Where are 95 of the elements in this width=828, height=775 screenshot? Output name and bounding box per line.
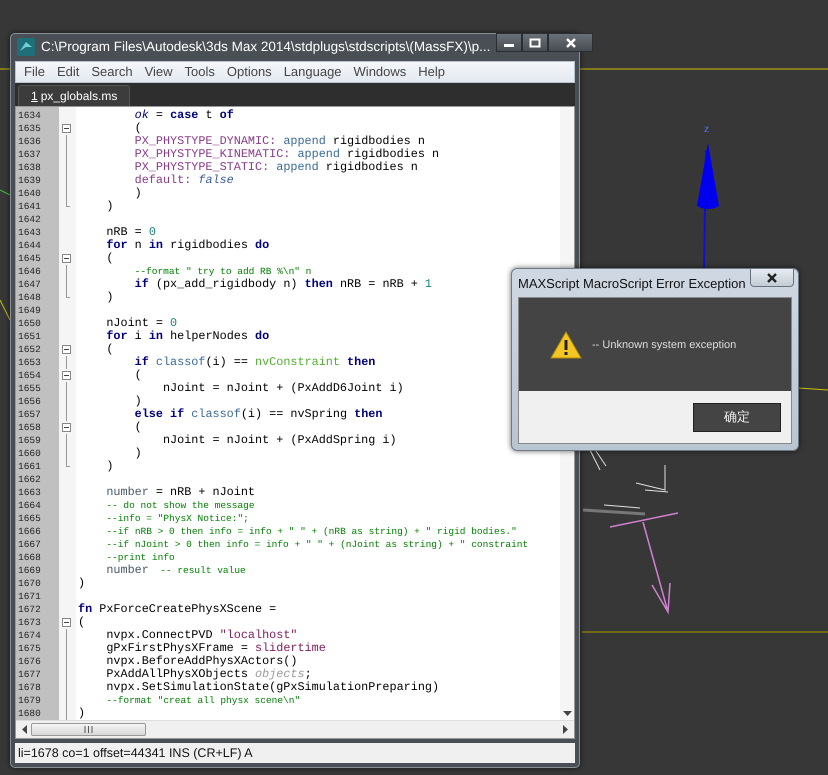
code-line: if (px_add_rigidbody n) then nRB = nRB + 1 (134, 277, 432, 291)
line-number: 1636 (17, 135, 42, 148)
line-number: 1671 (17, 590, 42, 603)
line-number: 1666 (17, 525, 42, 538)
code-line: --print info (106, 551, 175, 564)
code-line: gPxFirstPhysXFrame = slidertime (106, 641, 326, 655)
line-number: 1659 (17, 434, 42, 447)
code-line: --if nJoint > 0 then info = info + " " + (nJoint as string) + " constraint (106, 538, 528, 551)
code-line: nvpx.SetSimulationState(gPxSimulationPreparing) (106, 680, 440, 694)
code-line: nJoint = 0 (106, 316, 178, 330)
line-number: 1670 (17, 577, 42, 590)
code-line: --format "creat all physx scene\n" (106, 694, 300, 707)
line-number: 1647 (17, 278, 42, 291)
code-line: -- do not show the message (106, 499, 255, 512)
line-number: 1634 (17, 109, 42, 122)
line-number: 1680 (17, 707, 42, 720)
line-number: 1663 (17, 486, 42, 499)
line-number: 1641 (17, 200, 42, 213)
line-number: 1635 (17, 122, 42, 135)
status-bar: li=1678 co=1 offset=44341 INS (CR+LF) A (15, 743, 575, 763)
line-number: 1669 (17, 564, 42, 577)
line-number: 1665 (17, 512, 42, 525)
code-line: PX_PHYSTYPE_DYNAMIC: append rigidbodies n (134, 134, 425, 148)
line-number: 1676 (17, 655, 42, 668)
line-number: 1649 (17, 304, 42, 317)
code-line: nJoint = nJoint + (PxAddD6Joint i) (162, 381, 404, 395)
code-line: --if nRB > 0 then info = info + " " + (nRB as string) + " rigid bodies." (106, 525, 517, 538)
line-number: 1644 (17, 239, 42, 252)
line-number: 1637 (17, 148, 42, 161)
code-line: nvpx.BeforeAddPhysXActors() (106, 654, 298, 668)
line-number: 1668 (17, 551, 42, 564)
code-line: default: false (134, 173, 234, 187)
line-number: 1662 (17, 473, 42, 486)
line-number: 1643 (17, 226, 42, 239)
line-number: 1656 (17, 395, 42, 408)
line-number: 1677 (17, 668, 42, 681)
line-number: 1651 (17, 330, 42, 343)
error-message: -- Unknown system exception (592, 338, 736, 350)
line-number: 1650 (17, 317, 42, 330)
line-number: 1648 (17, 291, 42, 304)
code-line: ok = case t of (134, 108, 234, 122)
line-number: 1645 (17, 252, 42, 265)
code-line: else if classof(i) == nvSpring then (134, 407, 382, 421)
code-line: ) (134, 186, 142, 200)
code-line: --info = "PhysX Notice:"; (106, 512, 249, 525)
line-number: 1652 (17, 343, 42, 356)
line-number: 1678 (17, 681, 42, 694)
code-line: ( (106, 251, 114, 265)
code-line: ( (106, 342, 114, 356)
line-number: 1664 (17, 499, 42, 512)
line-number: 1646 (17, 265, 42, 278)
line-number: 1655 (17, 382, 42, 395)
code-line: fn PxForceCreatePhysXScene = (78, 602, 276, 616)
code-line: ) (106, 290, 114, 304)
code-line: PxAddAllPhysXObjects objects; (106, 667, 312, 681)
code-line: nRB = 0 (106, 225, 156, 239)
code-line: ( (134, 420, 142, 434)
line-number: 1639 (17, 174, 42, 187)
code-line: ( (134, 368, 142, 382)
line-number: 1674 (17, 629, 42, 642)
line-number: 1657 (17, 408, 42, 421)
code-line: nvpx.ConnectPVD "localhost" (106, 628, 298, 642)
code-line: PX_PHYSTYPE_KINEMATIC: append rigidbodies n (134, 147, 440, 161)
code-line: ( (134, 121, 142, 135)
line-number: 1667 (17, 538, 42, 551)
line-number: 1640 (17, 187, 42, 200)
window-title: C:\Program Files\Autodesk\3ds Max 2014\stdplugs\stdscripts\(MassFX)\p... (41, 39, 490, 54)
code-line: for n in rigidbodies do (106, 238, 270, 252)
code-line: ) (78, 576, 86, 590)
code-line: ) (106, 459, 114, 473)
code-line: nJoint = nJoint + (PxAddSpring i) (162, 433, 397, 447)
code-line: ) (106, 199, 114, 213)
code-line: ( (78, 615, 86, 629)
line-number: 1661 (17, 460, 42, 473)
line-number: 1679 (17, 694, 42, 707)
code-line: number -- result value (106, 563, 246, 577)
line-number: 1653 (17, 356, 42, 369)
dialog-title: MAXScript MacroScript Error Exception (518, 276, 746, 290)
line-number: 1642 (17, 213, 42, 226)
line-number: 1660 (17, 447, 42, 460)
line-number: 1672 (17, 603, 42, 616)
line-number: 1673 (17, 616, 42, 629)
code-line: ) (78, 706, 86, 720)
code-line: --format " try to add RB %\n" n (134, 265, 312, 278)
line-number: 1654 (17, 369, 42, 382)
code-line: for i in helperNodes do (106, 329, 270, 343)
code-line: if classof(i) == nvConstraint then (134, 355, 376, 369)
code-line: ) (134, 446, 142, 460)
line-number: 1638 (17, 161, 42, 174)
code-line: number = nRB + nJoint (106, 485, 256, 499)
code-line: ) (134, 394, 142, 408)
line-number: 1658 (17, 421, 42, 434)
code-line: PX_PHYSTYPE_STATIC: append rigidbodies n (134, 160, 418, 174)
axis-label: z (704, 124, 709, 135)
line-number: 1675 (17, 642, 42, 655)
